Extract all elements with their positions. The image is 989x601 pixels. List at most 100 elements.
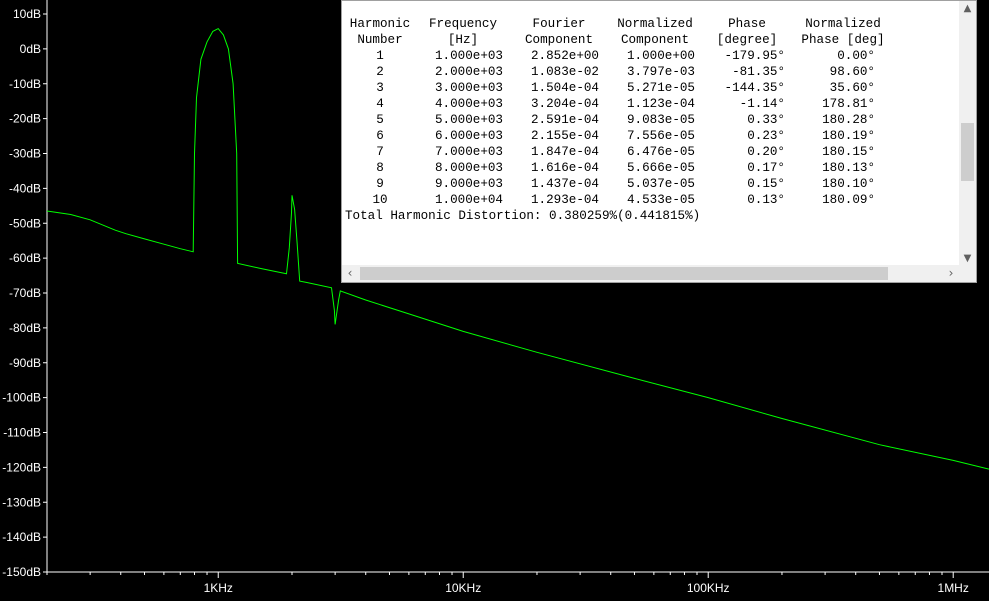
harmonic-number-cell: 4: [376, 97, 384, 111]
phase-cell: 0.13°: [747, 193, 785, 207]
y-tick-label: -40dB: [9, 181, 41, 195]
table-body: 1 1.000e+03 2.852e+00 1.000e+00 -179.95° 0.00…: [345, 48, 957, 208]
phase-cell: 0.15°: [747, 177, 785, 191]
table-header-row-1: Harmonic Frequency Fourier Normalized Ph…: [345, 16, 957, 32]
phase-cell: 0.20°: [747, 145, 785, 159]
phase-cell: -144.35°: [724, 81, 785, 95]
normalized-phase-cell: 180.10°: [822, 177, 875, 191]
x-tick-label: 100KHz: [687, 581, 730, 595]
fourier-component-cell: 1.083e-02: [530, 65, 599, 79]
fourier-component-cell: 1.847e-04: [530, 145, 599, 159]
harmonic-number-cell: 5: [376, 113, 384, 127]
frequency-cell: 4.000e+03: [434, 97, 503, 111]
frequency-cell: 3.000e+03: [434, 81, 503, 95]
normalized-component-cell: 7.556e-05: [626, 129, 695, 143]
x-tick-label: 10KHz: [445, 581, 481, 595]
harmonic-number-cell: 2: [376, 65, 384, 79]
normalized-phase-cell: 180.15°: [822, 145, 875, 159]
y-axis-ticks: 10dB 0dB -10dB -20dB -30dB -40dB -50dB -60dB -70…: [2, 7, 47, 579]
thd-line: Total Harmonic Distortion: 0.380259%(0.4…: [345, 209, 701, 223]
harmonic-number-cell: 3: [376, 81, 384, 95]
y-tick-label: -130dB: [2, 495, 41, 509]
header-fourier: Fourier: [532, 17, 586, 31]
normalized-phase-cell: 180.13°: [822, 161, 875, 175]
table-row: 8 8.000e+03 1.616e-04 5.666e-05 0.17° 180.13°: [345, 160, 957, 176]
y-tick-label: -110dB: [3, 426, 41, 440]
table-row: 5 5.000e+03 2.591e-04 9.083e-05 0.33° 180.28°: [345, 112, 957, 128]
frequency-cell: 1.000e+04: [434, 193, 503, 207]
phase-cell: -1.14°: [739, 97, 785, 111]
normalized-component-cell: 1.000e+00: [626, 49, 695, 63]
fourier-component-cell: 1.504e-04: [530, 81, 599, 95]
chevron-left-icon[interactable]: ‹: [342, 265, 358, 282]
chevron-right-icon[interactable]: ›: [943, 265, 959, 282]
frequency-cell: 9.000e+03: [434, 177, 503, 191]
x-axis-ticks: 1KHz 10KHz 100KHz 1MHz: [46, 572, 969, 595]
table-row: 10 1.000e+04 1.293e-04 4.533e-05 0.13° 180.09…: [345, 192, 957, 208]
horizontal-scrollbar[interactable]: ‹ ›: [342, 265, 959, 282]
y-tick-label: -70dB: [9, 286, 41, 300]
y-tick-label: -30dB: [9, 147, 41, 161]
fourier-results-window[interactable]: Harmonic Frequency Fourier Normalized Ph…: [341, 0, 977, 283]
harmonic-number-cell: 7: [376, 145, 384, 159]
header-normalized: Normalized: [617, 17, 693, 31]
y-tick-label: -90dB: [9, 356, 41, 370]
header-normalized-phase: Normalized: [805, 17, 881, 31]
frequency-cell: 8.000e+03: [434, 161, 503, 175]
table-row: 2 2.000e+03 1.083e-02 3.797e-03 -81.35° 98.60…: [345, 64, 957, 80]
normalized-component-cell: 5.037e-05: [626, 177, 695, 191]
x-tick-label: 1MHz: [938, 581, 969, 595]
normalized-phase-cell: 180.28°: [822, 113, 875, 127]
y-tick-label: -60dB: [9, 251, 41, 265]
normalized-component-cell: 4.533e-05: [626, 193, 695, 207]
table-row: 1 1.000e+03 2.852e+00 1.000e+00 -179.95° 0.00…: [345, 48, 957, 64]
harmonic-number-cell: 9: [376, 177, 384, 191]
y-tick-label: 10dB: [13, 7, 41, 21]
scrollbar-corner: [959, 265, 976, 282]
normalized-phase-cell: 35.60°: [829, 81, 875, 95]
normalized-component-cell: 3.797e-03: [626, 65, 695, 79]
phase-cell: 0.17°: [747, 161, 785, 175]
fourier-component-cell: 3.204e-04: [530, 97, 599, 111]
header-norm-component: Component: [620, 33, 690, 47]
y-tick-label: -120dB: [2, 460, 41, 474]
fourier-component-cell: 1.437e-04: [530, 177, 599, 191]
frequency-cell: 2.000e+03: [434, 65, 503, 79]
y-tick-label: -140dB: [2, 530, 41, 544]
frequency-cell: 7.000e+03: [434, 145, 503, 159]
x-tick-label: 1KHz: [204, 581, 233, 595]
normalized-phase-cell: 0.00°: [837, 49, 875, 63]
header-degree: [degree]: [716, 33, 778, 47]
normalized-component-cell: 5.271e-05: [626, 81, 695, 95]
frequency-cell: 6.000e+03: [434, 129, 503, 143]
harmonic-number-cell: 6: [376, 129, 384, 143]
y-tick-label: -80dB: [9, 321, 41, 335]
phase-cell: -179.95°: [724, 49, 785, 63]
table-row: 3 3.000e+03 1.504e-04 5.271e-05 -144.35° 35.6…: [345, 80, 957, 96]
harmonic-number-cell: 1: [376, 49, 384, 63]
table-row: 6 6.000e+03 2.155e-04 7.556e-05 0.23° 180.19°: [345, 128, 957, 144]
normalized-phase-cell: 98.60°: [829, 65, 875, 79]
phase-cell: 0.23°: [747, 129, 785, 143]
table-header-row-2: Number [Hz] Component Component [degree]…: [345, 32, 957, 48]
frequency-cell: 5.000e+03: [434, 113, 503, 127]
fourier-component-cell: 2.591e-04: [530, 113, 599, 127]
horizontal-scroll-thumb[interactable]: [360, 267, 888, 280]
fourier-component-cell: 2.852e+00: [530, 49, 599, 63]
vertical-scrollbar[interactable]: ▲ ▼: [959, 1, 976, 267]
header-frequency: Frequency: [428, 17, 498, 31]
vertical-scroll-thumb[interactable]: [961, 123, 974, 181]
phase-cell: 0.33°: [747, 113, 785, 127]
harmonic-number-cell: 8: [376, 161, 384, 175]
chevron-up-icon[interactable]: ▲: [959, 1, 976, 17]
normalized-phase-cell: 180.09°: [822, 193, 875, 207]
header-harmonic: Harmonic: [349, 17, 411, 31]
fourier-component-cell: 1.293e-04: [530, 193, 599, 207]
header-phase: Phase: [728, 17, 766, 31]
header-component: Component: [524, 33, 594, 47]
y-tick-label: -100dB: [2, 391, 41, 405]
header-hz: [Hz]: [447, 33, 479, 47]
normalized-component-cell: 5.666e-05: [626, 161, 695, 175]
table-row: 4 4.000e+03 3.204e-04 1.123e-04 -1.14° 178.81…: [345, 96, 957, 112]
fourier-component-cell: 2.155e-04: [530, 129, 599, 143]
